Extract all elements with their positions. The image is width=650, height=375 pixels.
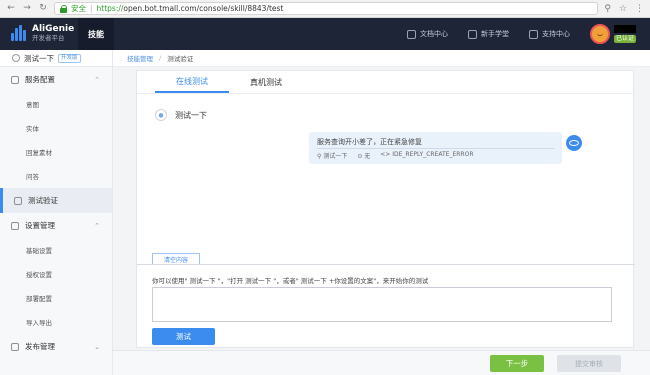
next-step-button[interactable]: 下一步: [490, 355, 544, 372]
url-scheme: https://: [96, 4, 124, 13]
url-path: open.bot.tmall.com/console/skill/8843/te…: [123, 4, 284, 13]
bot-avatar-icon: [566, 135, 582, 151]
test-hint: 你可以使用" 测试一下 "，"打开 测试一下 "，或者" 测试一下 +你设置的文…: [152, 277, 429, 285]
send-icon: [11, 342, 19, 351]
sidebar-item-reply-material[interactable]: 回复素材: [0, 140, 112, 164]
address-bar[interactable]: 安全 | https://open.bot.tmall.com/console/…: [54, 2, 599, 15]
lock-icon: [60, 4, 67, 13]
test-panel: 在线测试 真机测试 ● 测试一下 服务查询开小差了，正在紧急修复 ⚲ 测试一下 …: [136, 70, 635, 348]
test-tabs: 在线测试 真机测试: [155, 71, 303, 93]
skill-version-tag: 开发版: [58, 53, 81, 63]
test-icon: [14, 196, 22, 205]
sidebar-item-intent[interactable]: 意图: [0, 92, 112, 116]
reload-icon[interactable]: ↻: [38, 4, 48, 14]
code-icon: <>: [380, 151, 393, 158]
verified-badge: 已认证: [613, 35, 636, 43]
tab-skills[interactable]: 技能: [78, 18, 114, 50]
test-button[interactable]: 测试: [152, 328, 215, 345]
submit-review-button[interactable]: 提交审核: [557, 355, 621, 372]
secure-label: 安全: [71, 4, 86, 13]
bot-reply-text: 服务查询开小差了，正在紧急修复: [317, 138, 422, 146]
chevron-up-icon: ⌃: [94, 221, 100, 230]
skill-name: 测试一下: [24, 53, 54, 63]
sidebar-item-basic-settings[interactable]: 基础设置: [0, 238, 112, 262]
star-icon[interactable]: ☆: [619, 4, 627, 14]
breadcrumb-root[interactable]: 技能管理: [127, 53, 153, 63]
test-input[interactable]: [152, 287, 612, 322]
footer-bar: 下一步 提交审核: [113, 350, 650, 375]
breadcrumb-current: 测试验证: [167, 55, 194, 63]
document-icon: [406, 29, 416, 39]
main-content: 在线测试 真机测试 ● 测试一下 服务查询开小差了，正在紧急修复 ⚲ 测试一下 …: [113, 67, 650, 350]
skill-selector[interactable]: 测试一下 开发版: [0, 50, 112, 67]
sidebar: 测试一下 开发版 服务配置 ⌃ 意图 实体 回复素材 问答 测试验证 设置管理 …: [0, 50, 113, 375]
tab-device-test[interactable]: 真机测试: [229, 71, 303, 93]
sidebar-item-auth-settings[interactable]: 授权设置: [0, 262, 112, 286]
header-link-tutorial[interactable]: 新手学堂: [467, 29, 509, 39]
reply-skill: ⚲ 测试一下: [317, 153, 348, 160]
aligenie-logo[interactable]: AliGenie 开发者平台: [0, 25, 78, 43]
settings-icon: [11, 221, 19, 230]
header-link-support[interactable]: 支持中心: [528, 29, 570, 39]
sidebar-item-import-export[interactable]: 导入导出: [0, 310, 112, 334]
sidebar-item-qa[interactable]: 问答: [0, 164, 112, 188]
skill-icon: [12, 54, 20, 62]
breadcrumb: 技能管理 / 测试验证: [113, 50, 650, 67]
forward-icon[interactable]: →: [22, 4, 32, 14]
bot-reply-bubble: 服务查询开小差了，正在紧急修复 ⚲ 测试一下 ⊙ 无 <> IDE_REPLY_…: [309, 132, 562, 164]
sidebar-item-entity[interactable]: 实体: [0, 116, 112, 140]
config-icon: [11, 75, 19, 84]
logo-bars-icon: [10, 25, 28, 43]
location-pin-icon: ●: [155, 109, 167, 121]
sidebar-group-publish[interactable]: 发布管理 ⌄: [0, 334, 112, 359]
sidebar-item-deploy-config[interactable]: 部署配置: [0, 286, 112, 310]
reply-intent: ⊙ 无: [357, 153, 371, 160]
sidebar-item-test-validate[interactable]: 测试验证: [0, 188, 112, 213]
user-message-text: 测试一下: [175, 110, 207, 120]
logo-subtitle: 开发者平台: [32, 34, 65, 43]
header-link-docs[interactable]: 文档中心: [406, 29, 448, 39]
user-message: ● 测试一下: [155, 109, 207, 121]
graduation-icon: [467, 29, 477, 39]
support-icon: [528, 29, 538, 39]
user-avatar[interactable]: [589, 24, 610, 44]
tab-online-test[interactable]: 在线测试: [155, 71, 229, 93]
reply-code: <> IDE_REPLY_CREATE_ERROR: [380, 151, 474, 158]
chevron-up-icon: ⌃: [94, 75, 100, 84]
bot-reply-meta: ⚲ 测试一下 ⊙ 无 <> IDE_REPLY_CREATE_ERROR: [317, 151, 473, 160]
sidebar-group-settings[interactable]: 设置管理 ⌃: [0, 213, 112, 238]
key-icon[interactable]: ⚲: [604, 4, 611, 14]
sidebar-group-service-config[interactable]: 服务配置 ⌃: [0, 67, 112, 92]
app-header: AliGenie 开发者平台 技能 文档中心 新手学堂 支持中心 已认证: [0, 18, 650, 50]
chevron-down-icon: ⌄: [94, 342, 100, 351]
back-icon[interactable]: ←: [6, 4, 16, 14]
user-name-redacted: [613, 25, 636, 33]
browser-toolbar: ← → ↻ 安全 | https://open.bot.tmall.com/co…: [0, 0, 650, 18]
menu-dots-icon[interactable]: ⋮: [635, 4, 644, 14]
